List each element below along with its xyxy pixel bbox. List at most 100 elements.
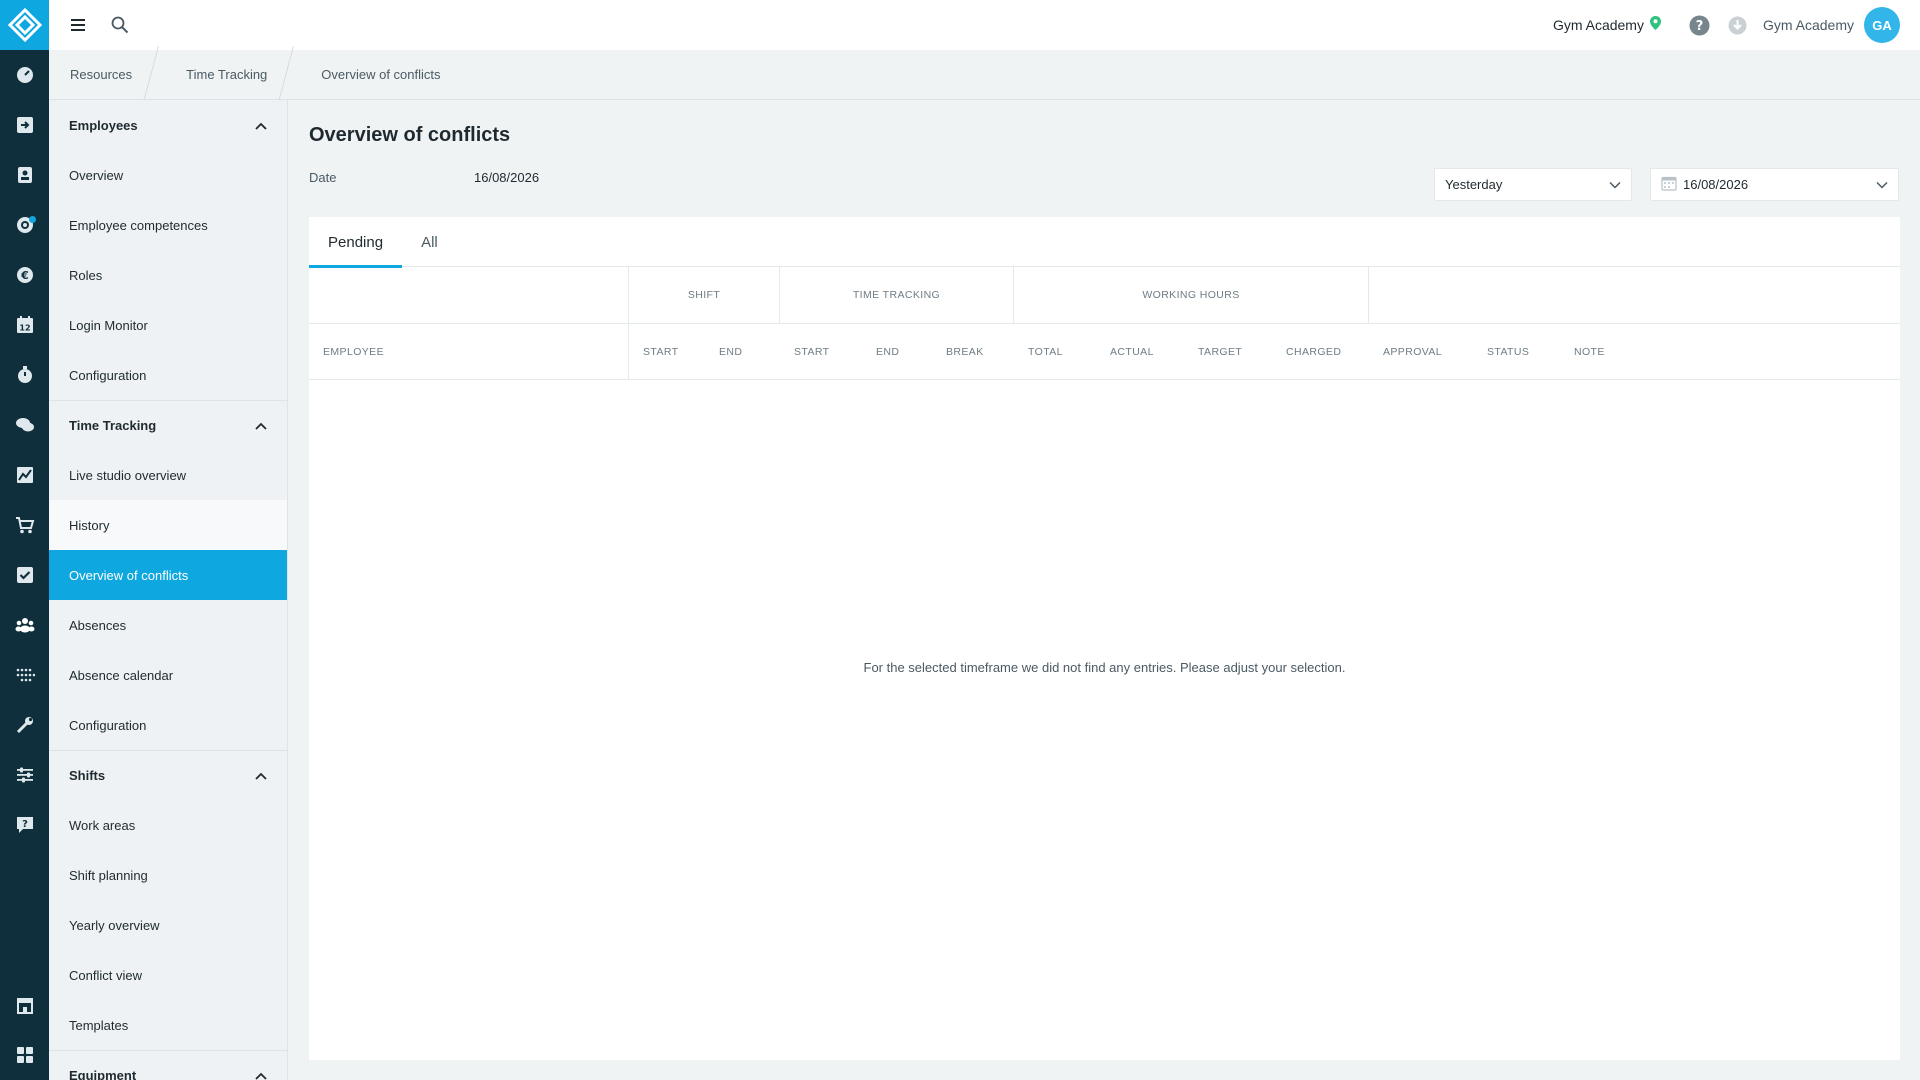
column-tracking-start[interactable]: START [780, 324, 862, 379]
breadcrumb-time-tracking[interactable]: Time Tracking [166, 50, 287, 99]
finance-icon[interactable]: € [0, 250, 49, 300]
avatar[interactable]: GA [1864, 7, 1900, 43]
group-header-shift: SHIFT [629, 267, 780, 323]
section-employees[interactable]: Employees [49, 100, 287, 150]
resources-icon[interactable] [0, 600, 49, 650]
settings-sliders-icon[interactable] [0, 750, 49, 800]
store-icon[interactable] [0, 980, 49, 1030]
cart-icon[interactable] [0, 500, 49, 550]
column-note[interactable]: NOTE [1560, 324, 1640, 379]
date-value: 16/08/2026 [474, 170, 540, 185]
chevron-up-icon [255, 768, 267, 783]
chevron-down-icon [1609, 177, 1621, 192]
check-in-icon[interactable] [0, 100, 49, 150]
table-column-header: EMPLOYEE START END START END BREAK TOTAL… [309, 324, 1900, 380]
svg-text:?: ? [22, 819, 28, 830]
section-title: Equipment [69, 1068, 137, 1080]
tools-icon[interactable] [0, 700, 49, 750]
main-content: Overview of conflicts Date 16/08/2026 Ye… [309, 100, 1900, 1080]
stopwatch-icon[interactable] [0, 350, 49, 400]
column-employee[interactable]: EMPLOYEE [309, 324, 629, 379]
sidebar-item-absences[interactable]: Absences [49, 600, 287, 650]
chevron-up-icon [255, 418, 267, 433]
section-title: Time Tracking [69, 418, 157, 433]
sidebar-item-work-areas[interactable]: Work areas [49, 800, 287, 850]
breadcrumb-separator [152, 50, 166, 99]
column-shift-end[interactable]: END [705, 324, 780, 379]
column-shift-start[interactable]: START [629, 324, 705, 379]
studio-selector[interactable]: Gym Academy [1553, 17, 1644, 33]
contacts-icon[interactable] [0, 150, 49, 200]
hamburger-menu-icon[interactable] [67, 14, 89, 36]
app-logo-icon[interactable] [0, 0, 49, 50]
date-picker-value: 16/08/2026 [1683, 177, 1749, 192]
chat-icon[interactable] [0, 400, 49, 450]
column-target[interactable]: TARGET [1184, 324, 1272, 379]
sidebar-item-time-tracking-configuration[interactable]: Configuration [49, 700, 287, 750]
sidebar-item-templates[interactable]: Templates [49, 1000, 287, 1050]
column-tracking-break[interactable]: BREAK [932, 324, 1014, 379]
page-title: Overview of conflicts [309, 124, 511, 146]
date-picker[interactable]: 16/08/2026 [1650, 168, 1899, 201]
timeframe-select[interactable]: Yesterday [1434, 168, 1632, 201]
icon-rail: € 12 ? [0, 0, 49, 1080]
column-tracking-end[interactable]: END [862, 324, 932, 379]
breadcrumb-current: Overview of conflicts [321, 67, 441, 82]
tab-bar: Pending All [309, 217, 1900, 268]
calendar-icon [1661, 175, 1677, 194]
timeframe-select-value: Yesterday [1445, 177, 1503, 192]
calendar-icon[interactable]: 12 [0, 300, 49, 350]
breadcrumb-resources[interactable]: Resources [49, 50, 152, 99]
section-equipment[interactable]: Equipment [49, 1050, 287, 1080]
tasks-icon[interactable] [0, 550, 49, 600]
section-shifts[interactable]: Shifts [49, 750, 287, 800]
breadcrumb: Resources Time Tracking Overview of conf… [49, 50, 1920, 100]
chevron-down-icon [1876, 177, 1888, 192]
activity-icon[interactable] [0, 650, 49, 700]
group-header-blank [1369, 267, 1900, 323]
user-name[interactable]: Gym Academy [1763, 17, 1854, 33]
svg-text:?: ? [1696, 19, 1704, 34]
tab-all[interactable]: All [402, 217, 457, 267]
sidebar-item-login-monitor[interactable]: Login Monitor [49, 300, 287, 350]
search-icon[interactable] [109, 14, 131, 36]
feedback-icon[interactable]: ? [0, 800, 49, 850]
group-header-time-tracking: TIME TRACKING [780, 267, 1014, 323]
marketing-icon[interactable] [0, 200, 49, 250]
sidebar-item-live-studio-overview[interactable]: Live studio overview [49, 450, 287, 500]
tab-pending[interactable]: Pending [309, 217, 403, 268]
section-title: Employees [69, 117, 138, 133]
empty-state-message: For the selected timeframe we did not fi… [863, 660, 1346, 675]
column-approval[interactable]: APPROVAL [1369, 324, 1473, 379]
download-icon[interactable] [1727, 14, 1749, 36]
column-charged[interactable]: CHARGED [1272, 324, 1369, 379]
date-label: Date [309, 170, 337, 185]
sidebar-item-yearly-overview[interactable]: Yearly overview [49, 900, 287, 950]
table-group-header: SHIFT TIME TRACKING WORKING HOURS [309, 267, 1900, 324]
sidebar-item-employee-competences[interactable]: Employee competences [49, 200, 287, 250]
chevron-up-icon [255, 1068, 267, 1080]
sidebar-item-shift-planning[interactable]: Shift planning [49, 850, 287, 900]
column-actual[interactable]: ACTUAL [1096, 324, 1184, 379]
section-time-tracking[interactable]: Time Tracking [49, 400, 287, 450]
sidebar-item-roles[interactable]: Roles [49, 250, 287, 300]
breadcrumb-separator [287, 50, 301, 99]
sidebar-item-conflict-view[interactable]: Conflict view [49, 950, 287, 1000]
apps-grid-icon[interactable] [0, 1030, 49, 1080]
location-pin-icon [1649, 15, 1661, 35]
side-menu: Employees Overview Employee competences … [49, 100, 288, 1080]
sidebar-item-history[interactable]: History [49, 500, 287, 550]
svg-text:12: 12 [19, 324, 30, 333]
sidebar-item-employees-configuration[interactable]: Configuration [49, 350, 287, 400]
chevron-up-icon [255, 118, 267, 133]
top-bar: Gym Academy ? Gym Academy GA [49, 0, 1920, 50]
analytics-icon[interactable] [0, 450, 49, 500]
sidebar-item-absence-calendar[interactable]: Absence calendar [49, 650, 287, 700]
dashboard-icon[interactable] [0, 50, 49, 100]
sidebar-item-overview-of-conflicts[interactable]: Overview of conflicts [49, 550, 287, 600]
help-icon[interactable]: ? [1689, 14, 1711, 36]
column-status[interactable]: STATUS [1473, 324, 1560, 379]
column-total[interactable]: TOTAL [1014, 324, 1096, 379]
notification-dot [29, 216, 36, 223]
sidebar-item-overview[interactable]: Overview [49, 150, 287, 200]
